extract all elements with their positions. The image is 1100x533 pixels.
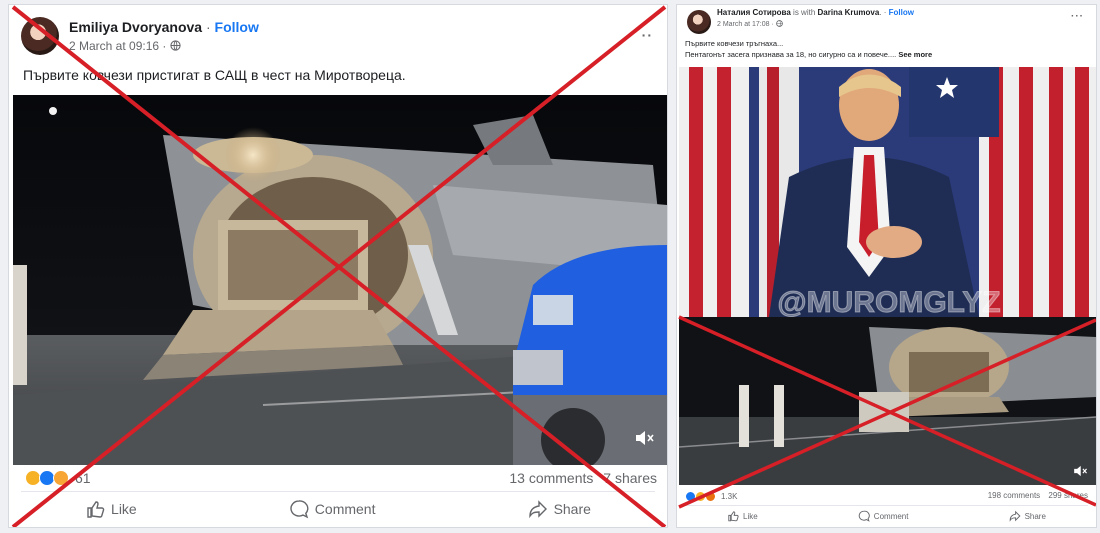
video-frame-collage: @MUROMGLYZ [679, 67, 1096, 485]
post-caption: Първите ковчези тръгнаха... Пентагонът з… [685, 38, 932, 60]
tagged-name[interactable]: Darina Krumova [818, 8, 880, 17]
comments-count[interactable]: 198 comments [988, 491, 1040, 500]
share-arrow-icon [528, 500, 547, 519]
shares-count[interactable]: 299 shares [1048, 491, 1088, 500]
reactions-summary[interactable]: 61 [25, 470, 91, 486]
author-line: Наталия Сотирова is with Darina Krumova.… [717, 8, 914, 17]
speaker-mute-icon[interactable] [633, 427, 655, 449]
comments-count[interactable]: 13 comments [509, 470, 593, 486]
caption-line-1: Първите ковчези тръгнаха... [685, 39, 784, 48]
post-left: Emiliya Dvoryanova · Follow 2 March at 0… [8, 4, 668, 528]
comment-button[interactable]: Comment [858, 510, 909, 522]
more-options-icon[interactable]: ·· [642, 27, 653, 43]
divider [685, 505, 1088, 506]
see-more-link[interactable]: See more [896, 50, 932, 59]
globe-icon [775, 20, 783, 27]
post-video[interactable]: @MUROMGLYZ [679, 67, 1096, 485]
share-button[interactable]: Share [1009, 510, 1046, 522]
post-caption: Първите ковчези пристигат в САЩ в чест н… [23, 67, 406, 83]
engagement-counts: 13 comments 7 shares [509, 470, 657, 486]
post-meta: 2 March at 17:08 · [717, 20, 783, 28]
timestamp[interactable]: 2 March at 09:16 · [69, 39, 166, 53]
like-button[interactable]: Like [727, 510, 758, 522]
like-label: Like [111, 501, 137, 517]
post-right: Наталия Сотирова is with Darina Krumova.… [676, 4, 1097, 528]
share-arrow-icon [1009, 510, 1021, 522]
with-text: is with [790, 8, 818, 17]
comment-bubble-icon [290, 500, 309, 519]
author-line: Emiliya Dvoryanova · Follow [69, 19, 259, 35]
shares-count[interactable]: 7 shares [603, 470, 657, 486]
divider [21, 491, 655, 492]
post-meta: 2 March at 09:16 · [69, 39, 181, 53]
watermark-text: @MUROMGLYZ [777, 286, 1000, 319]
author-name[interactable]: Наталия Сотирова [717, 8, 791, 17]
comment-label: Comment [873, 511, 909, 521]
action-bar: Like Comment Share [677, 508, 1096, 524]
reactions-count: 1.3K [721, 492, 738, 501]
comment-label: Comment [314, 501, 376, 517]
globe-icon [170, 40, 181, 51]
separator: · [202, 19, 215, 35]
video-frame-plane-unloading [13, 95, 667, 465]
post-video[interactable] [13, 95, 667, 465]
action-bar: Like Comment Share [9, 495, 667, 523]
caption-line-2: Пентагонът засега признава за 18, но сиг… [685, 50, 897, 59]
share-button[interactable]: Share [528, 499, 591, 519]
share-label: Share [553, 501, 591, 517]
share-label: Share [1024, 511, 1046, 521]
reactions-summary[interactable]: 1.3K [685, 491, 737, 502]
more-options-icon[interactable]: ··· [1071, 11, 1084, 22]
thumbs-up-icon [87, 501, 105, 518]
speaker-mute-icon[interactable] [1072, 463, 1088, 479]
care-reaction-icon [53, 470, 69, 486]
reactions-count: 61 [75, 470, 91, 486]
comment-button[interactable]: Comment [289, 499, 376, 519]
comment-bubble-icon [858, 510, 870, 522]
like-button[interactable]: Like [85, 499, 137, 519]
like-label: Like [743, 511, 758, 521]
thumbs-up-icon [728, 511, 739, 522]
timestamp[interactable]: 2 March at 17:08 · [717, 21, 774, 28]
author-avatar[interactable] [21, 17, 59, 55]
engagement-counts: 198 comments 299 shares [988, 491, 1088, 500]
separator: . · [879, 8, 889, 17]
author-avatar[interactable] [687, 10, 711, 34]
follow-link[interactable]: Follow [889, 8, 914, 17]
angry-reaction-icon [705, 491, 716, 502]
follow-link[interactable]: Follow [215, 19, 259, 35]
author-name[interactable]: Emiliya Dvoryanova [69, 19, 202, 35]
